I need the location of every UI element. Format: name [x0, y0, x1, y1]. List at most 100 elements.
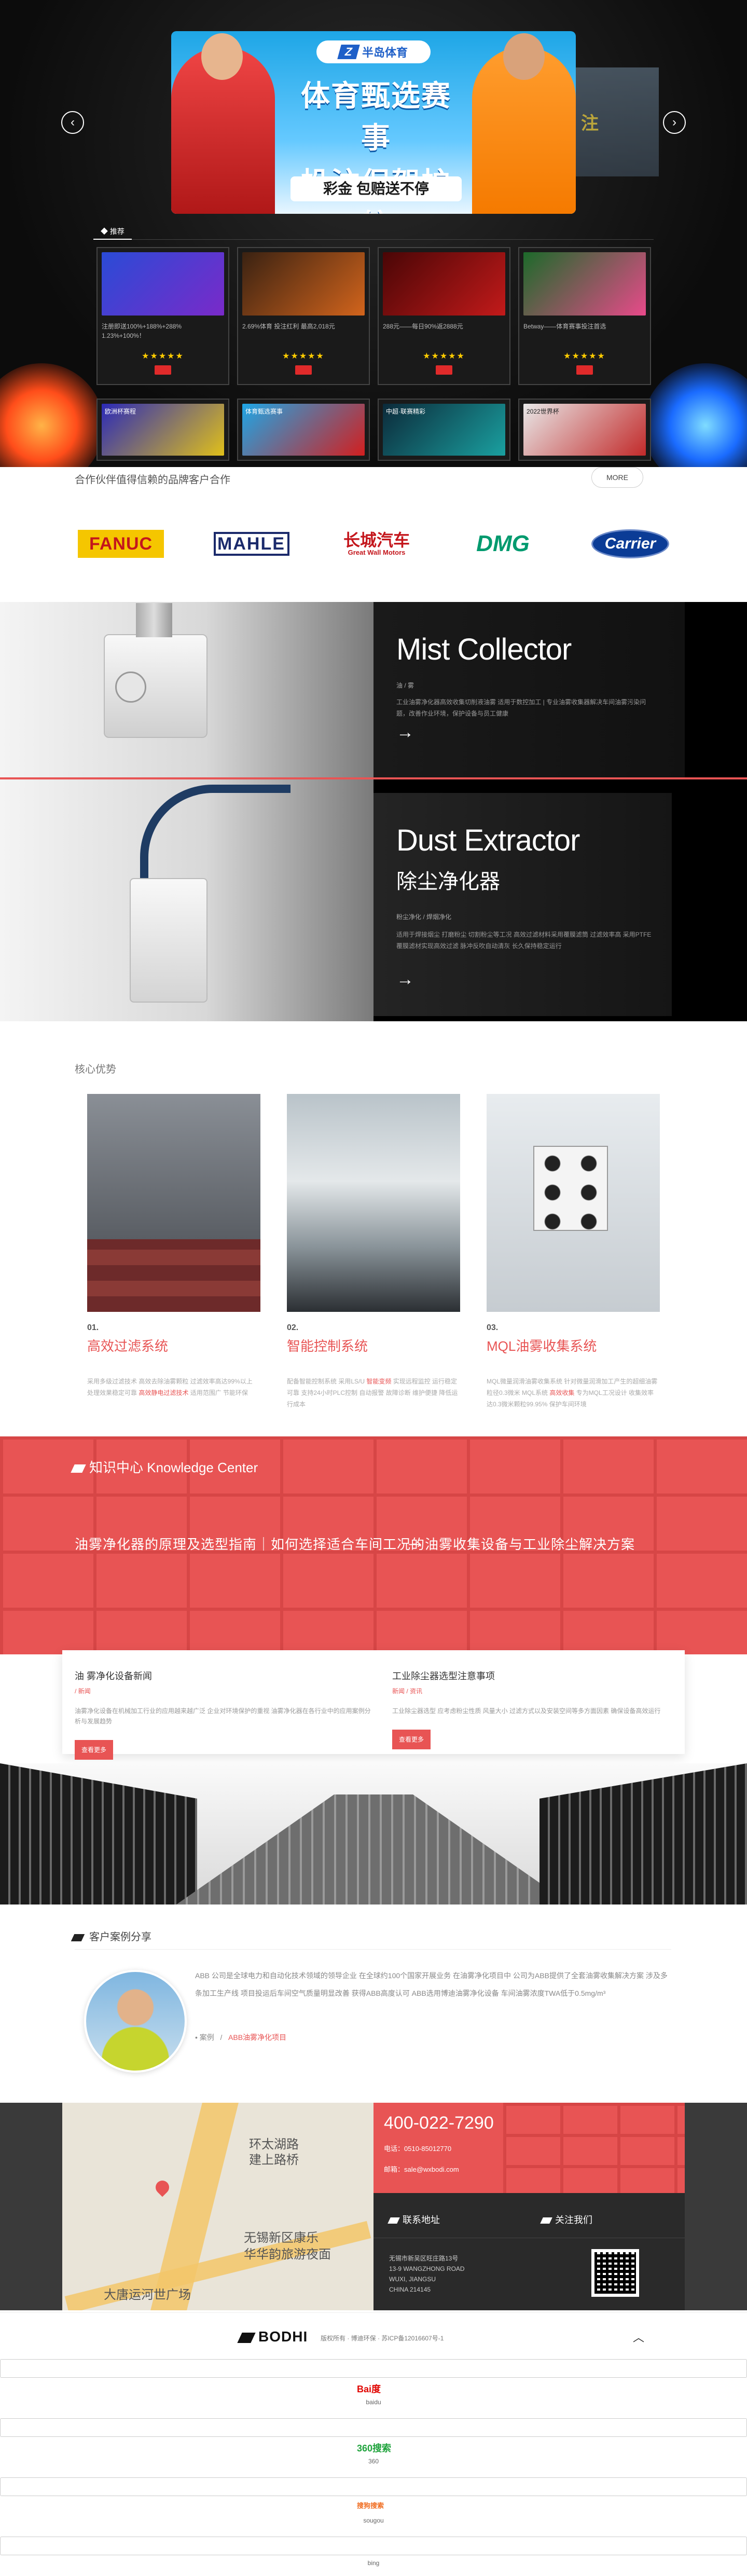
tab-recommend[interactable]: ◆ 推荐	[93, 224, 132, 240]
product-desc: 工业油雾净化器高效收集切削液油雾 适用于数控加工 | 专业油雾收集器解决车间油雾…	[396, 698, 646, 717]
map-label: 大唐运河世广场	[104, 2288, 191, 2302]
promo-card[interactable]: Betway——体育赛事投注首选 ★★★★★	[518, 247, 651, 385]
rating-stars: ★★★★★	[423, 352, 465, 361]
great-wall-en: Great Wall Motors	[348, 549, 406, 556]
case-text: ABB 公司是全球电力和自动化技术领域的领导企业 在全球约100个国家开展业务 …	[195, 1971, 668, 1997]
share-row[interactable]	[0, 2359, 747, 2378]
phone-number[interactable]: 400-022-7290	[384, 2113, 494, 2133]
tel-line: 电话：0510-85012770	[384, 2145, 452, 2153]
promo-card[interactable]: 2.69%体育 投注红利 最高2,018元 ★★★★★	[237, 247, 370, 385]
share-item[interactable]: bing	[0, 2555, 747, 2576]
promo-card-caption: 2022世界杯	[527, 408, 559, 415]
promo-card-image: 2022世界杯	[523, 404, 646, 456]
map[interactable]: 环太湖路 建上路桥 无锡新区康乐 华华韵旅游夜面 大唐运河世广场	[0, 2103, 374, 2310]
share-item[interactable]: 搜狗搜索 sougou	[0, 2496, 747, 2537]
promo-card[interactable]: 欧洲杯赛程	[96, 399, 229, 461]
advantage-item[interactable]: 01. 高效过滤系统 采用多级过滤技术 高效去除油雾颗粒 过滤效率高达99%以上…	[87, 1094, 260, 1410]
great-wall-logo[interactable]: 长城汽车 Great Wall Motors	[339, 530, 414, 558]
carrier-logo[interactable]: Carrier	[591, 529, 669, 558]
advantage-item[interactable]: 02. 智能控制系统 配备智能控制系统 采用LS/U 智能变频 实现远程监控 运…	[287, 1094, 460, 1410]
flag-icon	[71, 1464, 86, 1473]
360-search-icon: 360搜索	[357, 2443, 392, 2454]
cards-header: ◆ 推荐	[93, 224, 654, 240]
case-link[interactable]: ABB油雾净化项目	[228, 2033, 286, 2041]
next-slide-preview[interactable]: 注	[576, 67, 659, 176]
promo-card-button[interactable]	[576, 365, 593, 375]
share-item[interactable]: 360搜索 360	[0, 2437, 747, 2477]
advantage-name: MQL油雾收集系统	[487, 1338, 597, 1354]
email-line[interactable]: 邮箱：sale@wxbodi.com	[384, 2164, 459, 2174]
slider-prev-button[interactable]: ‹	[61, 111, 84, 134]
share-row[interactable]	[0, 2418, 747, 2437]
knowledge-headline[interactable]: 油雾净化器的原理及选型指南｜如何选择适合车间工况的油雾收集设备与工业除尘解决方案	[75, 1534, 635, 1553]
more-button[interactable]: MORE	[591, 467, 643, 488]
share-row[interactable]	[0, 2537, 747, 2555]
map-label: 无锡新区康乐	[244, 2231, 319, 2245]
news-more-button[interactable]: 查看更多	[75, 1740, 113, 1760]
case-section: 客户案例分享 ABB 公司是全球电力和自动化技术领域的领导企业 在全球约100个…	[0, 1904, 747, 2103]
news-more-button[interactable]: 查看更多	[392, 1730, 431, 1749]
address: 无锡市新吴区旺庄路13号 13-9 WANGZHONG ROAD WUXI, J…	[389, 2253, 465, 2295]
qr-code-pattern	[594, 2252, 636, 2294]
arrow-right-icon[interactable]: →	[405, 1530, 425, 1553]
promo-card[interactable]: 体育甄选赛事	[237, 399, 370, 461]
promo-card[interactable]: 2022世界杯	[518, 399, 651, 461]
product-desc: 适用于焊接烟尘 打磨粉尘 切割粉尘等工况 高效过滤材料采用覆膜滤筒 过滤效率高 …	[396, 931, 652, 950]
promo-card-caption: 体育甄选赛事	[245, 408, 283, 415]
promo-card[interactable]: 288元——每日90%返2888元 ★★★★★	[378, 247, 510, 385]
promo-card-button[interactable]	[155, 365, 171, 375]
promo-card-image: 中超·联赛精彩	[383, 404, 505, 456]
dust-extractor-machine	[130, 878, 208, 1003]
news-title[interactable]: 工业除尘器选型注意事项	[392, 1669, 672, 1682]
knowledge-section: 知识中心 Knowledge Center 油雾净化器的原理及选型指南｜如何选择…	[0, 1436, 747, 1654]
advantage-desc: 采用多级过滤技术 高效去除油雾颗粒 过滤效率高达99%以上 处理效果稳定可靠 高…	[87, 1376, 260, 1399]
product-panel: Mist Collector 油 / 雾 工业油雾净化器高效收集切削液油雾 适用…	[374, 602, 685, 777]
advantages-title: 核心优势	[75, 1064, 116, 1075]
product-tags: 油 / 雾	[396, 682, 414, 689]
partners-section: 合作伙伴值得信赖的品牌客户合作 MORE FANUC MAHLE 长城汽车 Gr…	[0, 467, 747, 602]
news-box: 油 雾净化设备新闻 / 新闻 油雾净化设备在机械加工行业的应用越来越广泛 企业对…	[62, 1650, 685, 1760]
advantage-image	[287, 1094, 460, 1312]
promo-card-text: 288元——每日90%返2888元	[383, 323, 463, 330]
arrow-right-icon[interactable]: →	[396, 969, 414, 990]
arrow-right-icon[interactable]: →	[396, 722, 414, 743]
advantage-highlight: 高效收集	[549, 1389, 575, 1396]
promo-card-button[interactable]	[295, 365, 312, 375]
building-center	[176, 1794, 571, 1904]
share-row[interactable]	[0, 2477, 747, 2496]
fire-ball-decoration	[0, 363, 104, 467]
advantage-item[interactable]: 03. MQL油雾收集系统 MQL微量润滑油雾收集系统 针对微量润滑加工产生的超…	[487, 1094, 660, 1410]
dmg-logo[interactable]: DMG	[464, 530, 542, 558]
back-to-top-icon[interactable]: ︿	[633, 2328, 644, 2345]
promo-card-caption: 欧洲杯赛程	[105, 408, 136, 415]
banner-slide[interactable]: Z 半岛体育 体育甄选赛事 投注保驾护航 彩金 包赔送不停	[171, 31, 576, 214]
case-title-text: 客户案例分享	[89, 1931, 151, 1943]
footer-logo-text: BODHI	[258, 2328, 308, 2345]
case-meta-separator: /	[220, 2033, 223, 2041]
product-mist-collector[interactable]: Mist Collector 油 / 雾 工业油雾净化器高效收集切削液油雾 适用…	[0, 602, 747, 777]
fanuc-logo[interactable]: FANUC	[78, 530, 164, 558]
map-pin-icon[interactable]	[153, 2177, 172, 2197]
product-dust-extractor[interactable]: Dust Extractor 除尘净化器 粉尘净化 / 焊烟净化 适用于焊接烟尘…	[0, 777, 747, 1021]
divider	[75, 1949, 671, 1950]
promo-card-image	[523, 252, 646, 316]
mahle-logo[interactable]: MAHLE	[213, 532, 289, 556]
promo-card[interactable]: 注册即送100%+188%+288% 1.23%+100%！ ★★★★★	[96, 247, 229, 385]
share-item[interactable]: Bai度 baidu	[0, 2378, 747, 2418]
slider-next-button[interactable]: ›	[663, 111, 686, 134]
news-title[interactable]: 油 雾净化设备新闻	[75, 1669, 374, 1682]
promo-card[interactable]: 中超·联赛精彩	[378, 399, 510, 461]
promo-card-image	[383, 252, 505, 316]
news-section: 油 雾净化设备新闻 / 新闻 油雾净化设备在机械加工行业的应用越来越广泛 企业对…	[0, 1650, 747, 1763]
building-banner	[0, 1763, 747, 1904]
news-item[interactable]: 油 雾净化设备新闻 / 新闻 油雾净化设备在机械加工行业的应用越来越广泛 企业对…	[75, 1650, 374, 1760]
share-label: baidu	[366, 2399, 381, 2406]
news-item[interactable]: 工业除尘器选型注意事项 新闻 / 资讯 工业除尘器选型 应考虑粉尘性质 风量大小…	[374, 1650, 672, 1760]
footer-logo[interactable]: BODHI	[237, 2328, 308, 2345]
promo-card-image: 欧洲杯赛程	[102, 404, 224, 456]
address-line: WUXI, JIANGSU	[389, 2276, 436, 2283]
promo-card-caption: 中超·联赛精彩	[386, 408, 425, 415]
banner-slider[interactable]: 注 Z 半岛体育 体育甄选赛事 投注保驾护航 彩金 包赔送不停	[171, 31, 659, 214]
promo-card-button[interactable]	[436, 365, 452, 375]
flag-icon	[540, 2217, 552, 2224]
